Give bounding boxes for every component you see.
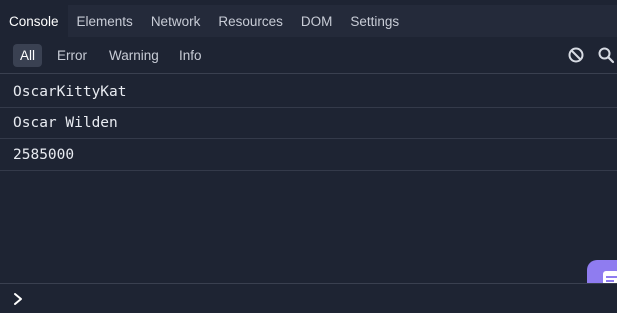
chevron-right-icon — [14, 293, 22, 305]
tab-settings[interactable]: Settings — [341, 5, 408, 37]
devtools-panel: Console Elements Network Resources DOM S… — [0, 0, 617, 313]
search-icon[interactable] — [597, 46, 615, 64]
clear-icon[interactable] — [567, 46, 585, 64]
tab-dom[interactable]: DOM — [292, 5, 342, 37]
filter-all[interactable]: All — [13, 44, 43, 67]
filter-info[interactable]: Info — [172, 44, 209, 67]
console-log-row: 2585000 — [0, 140, 617, 171]
tab-network[interactable]: Network — [142, 5, 210, 37]
tab-bar: Console Elements Network Resources DOM S… — [0, 5, 617, 37]
tab-resources[interactable]: Resources — [209, 5, 292, 37]
tab-elements[interactable]: Elements — [68, 5, 142, 37]
console-log-row: Oscar Wilden — [0, 108, 617, 139]
filter-error[interactable]: Error — [50, 44, 94, 67]
tab-console[interactable]: Console — [0, 5, 68, 37]
console-prompt — [0, 283, 617, 313]
filter-bar: All Error Warning Info — [0, 37, 617, 74]
filter-warning[interactable]: Warning — [102, 44, 166, 67]
console-log-row: OscarKittyKat — [0, 77, 617, 108]
console-input[interactable] — [32, 288, 606, 312]
